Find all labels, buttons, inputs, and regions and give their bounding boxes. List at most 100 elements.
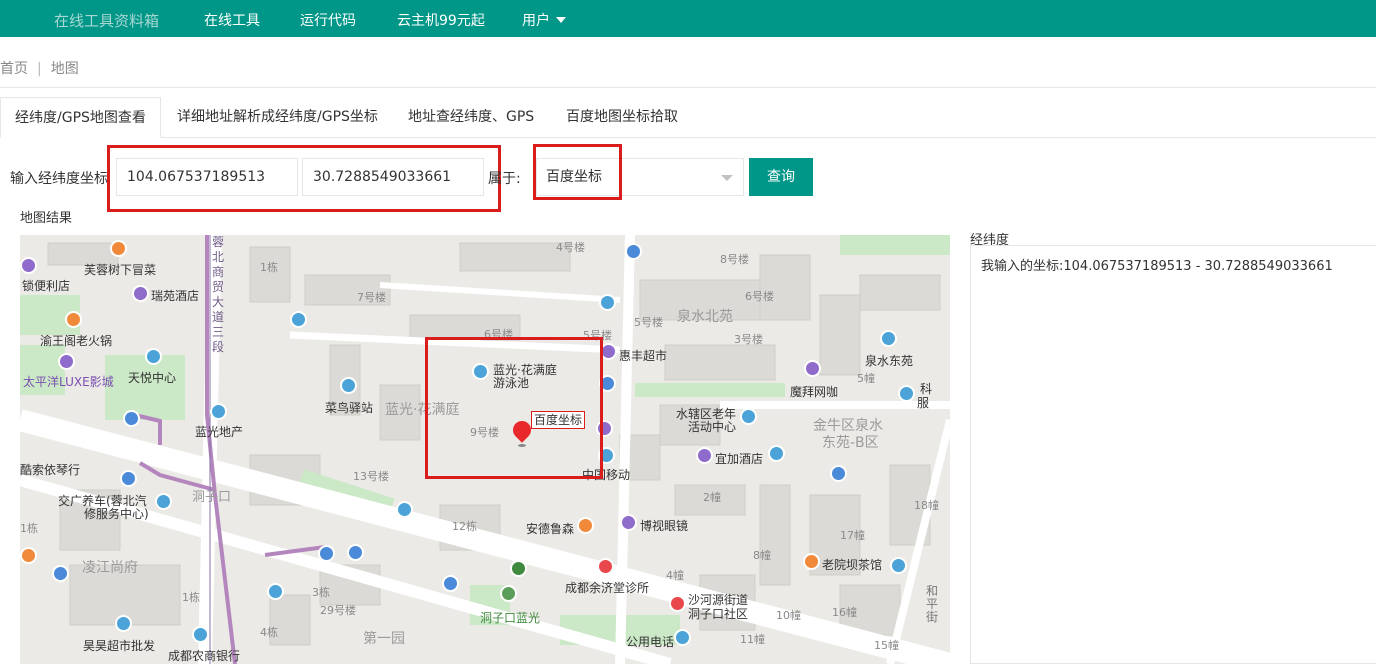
building-number: 8幢: [753, 549, 771, 562]
residence-icon[interactable]: [115, 615, 132, 632]
bakery-icon[interactable]: [577, 517, 594, 534]
poi-label[interactable]: 修服务中心): [84, 505, 149, 522]
location-icon[interactable]: [768, 445, 785, 462]
poi-label[interactable]: 渝王阁老火锅: [40, 332, 112, 349]
building-number: 1栋: [260, 261, 278, 274]
phone-icon[interactable]: [674, 629, 691, 646]
area-label[interactable]: 泉水北苑: [677, 306, 733, 326]
poi-label[interactable]: 成都余济堂诊所: [565, 579, 649, 596]
metro-icon[interactable]: [123, 410, 140, 427]
area-label[interactable]: 凌江尚府: [82, 557, 138, 577]
cinema-icon[interactable]: [58, 353, 75, 370]
breadcrumb: 首页 | 地图: [0, 58, 79, 78]
breadcrumb-separator: |: [37, 61, 42, 77]
nav-run-code[interactable]: 运行代码: [300, 10, 356, 30]
road-label[interactable]: 和平街: [926, 585, 938, 624]
parking-icon[interactable]: [830, 465, 847, 482]
hotel-icon[interactable]: [696, 447, 713, 464]
nav-cloud-host[interactable]: 云主机99元起: [397, 10, 485, 30]
car-icon[interactable]: [898, 385, 915, 402]
poi-label[interactable]: 菜鸟驿站: [325, 399, 373, 416]
government-icon[interactable]: [669, 595, 686, 612]
building-number: 12栋: [452, 520, 477, 533]
poi-label[interactable]: 泉水东苑: [865, 352, 913, 369]
poi-label[interactable]: 瑞苑酒店: [151, 287, 199, 304]
poi-label[interactable]: 酷索依琴行: [20, 461, 80, 478]
poi-label[interactable]: 蓝光地产: [195, 423, 243, 440]
clinic-icon[interactable]: [597, 558, 614, 575]
restaurant-icon[interactable]: [65, 311, 82, 328]
poi-label[interactable]: 天悦中心: [128, 369, 176, 386]
area-label[interactable]: 东苑-B区: [822, 432, 879, 452]
glasses-icon[interactable]: [620, 514, 637, 531]
poi-label[interactable]: 成都农商银行: [168, 647, 240, 664]
breadcrumb-home[interactable]: 首页: [0, 61, 28, 77]
parking-icon[interactable]: [52, 565, 69, 582]
bank-icon[interactable]: [192, 626, 209, 643]
poi-label[interactable]: 宜加酒店: [715, 450, 763, 467]
poi-label[interactable]: 锁便利店: [22, 277, 70, 294]
shop-icon[interactable]: [20, 257, 37, 274]
tab-gps-map-view[interactable]: 经纬度/GPS地图查看: [0, 97, 161, 138]
highlight-box-marker: [425, 337, 603, 479]
metro-icon[interactable]: [318, 545, 335, 562]
restaurant-icon[interactable]: [20, 547, 37, 564]
tab-baidu-picker[interactable]: 百度地图坐标拾取: [566, 97, 678, 138]
building-number: 4栋: [260, 626, 278, 639]
metro-station-icon[interactable]: [510, 560, 527, 577]
poi-label[interactable]: 老院坝茶馆: [822, 556, 882, 573]
building-number: 1栋: [20, 522, 38, 535]
building-number: 29号楼: [320, 604, 356, 617]
building-number: 3栋: [312, 586, 330, 599]
poi-label[interactable]: 活动中心: [688, 418, 736, 435]
car-service-icon[interactable]: [155, 493, 172, 510]
map-result-title: 地图结果: [20, 211, 73, 226]
nav-user-label: 用户: [522, 13, 550, 29]
company-icon[interactable]: [210, 403, 227, 420]
query-button[interactable]: 查询: [749, 158, 813, 196]
poi-label[interactable]: 芙蓉树下冒菜: [84, 261, 156, 278]
location-icon[interactable]: [290, 311, 307, 328]
bus-icon[interactable]: [347, 544, 364, 561]
metro-icon[interactable]: [120, 470, 137, 487]
courier-icon[interactable]: [340, 377, 357, 394]
nav-online-tools[interactable]: 在线工具: [204, 10, 260, 30]
community-center-icon[interactable]: [740, 408, 757, 425]
atm-icon[interactable]: [599, 294, 616, 311]
building-number: 3号楼: [734, 333, 763, 346]
brand-logo-text[interactable]: 在线工具资料箱: [54, 10, 159, 31]
building-number: 6号楼: [745, 290, 774, 303]
poi-label[interactable]: 太平洋LUXE影城: [23, 373, 114, 390]
area-label[interactable]: 洞子口: [192, 486, 231, 505]
restaurant-icon[interactable]: [110, 240, 127, 257]
bus-icon[interactable]: [442, 575, 459, 592]
poi-label[interactable]: 洞子口社区: [688, 605, 748, 622]
hotel-icon[interactable]: [132, 285, 149, 302]
poi-label[interactable]: 服: [917, 394, 929, 411]
poi-label[interactable]: 魔拜网咖: [790, 383, 838, 400]
tab-address-to-coords[interactable]: 详细地址解析成经纬度/GPS坐标: [177, 97, 378, 138]
poi-label[interactable]: 洞子口蓝光: [480, 609, 540, 626]
tab-address-lookup[interactable]: 地址查经纬度、GPS: [408, 97, 534, 138]
building-number: 10幢: [776, 609, 801, 622]
internet-cafe-icon[interactable]: [804, 360, 821, 377]
bus-stop-icon[interactable]: [500, 585, 517, 602]
poi-label[interactable]: 公用电话: [626, 633, 674, 650]
building-number: 4幢: [666, 569, 684, 582]
poi-label[interactable]: 昊昊超市批发: [83, 637, 155, 654]
parking-icon[interactable]: [625, 243, 642, 260]
building-number: 8号楼: [720, 253, 749, 266]
location-icon[interactable]: [396, 501, 413, 518]
teahouse-icon[interactable]: [803, 553, 820, 570]
poi-label[interactable]: 惠丰超市: [619, 347, 667, 364]
location-icon[interactable]: [890, 557, 907, 574]
location-icon[interactable]: [267, 583, 284, 600]
nav-user-menu[interactable]: 用户: [522, 10, 566, 30]
area-label[interactable]: 第一园: [363, 628, 405, 648]
residence-icon[interactable]: [880, 330, 897, 347]
poi-label[interactable]: 安德鲁森: [526, 520, 574, 537]
road-label[interactable]: 蓉北商贸大道三段: [212, 235, 225, 355]
building-icon[interactable]: [145, 348, 162, 365]
poi-label[interactable]: 博视眼镜: [640, 517, 688, 534]
map-view[interactable]: 芙蓉树下冒菜 锁便利店 瑞苑酒店 渝王阁老火锅 太平洋LUXE影城 天悦中心 蓝…: [20, 235, 950, 664]
